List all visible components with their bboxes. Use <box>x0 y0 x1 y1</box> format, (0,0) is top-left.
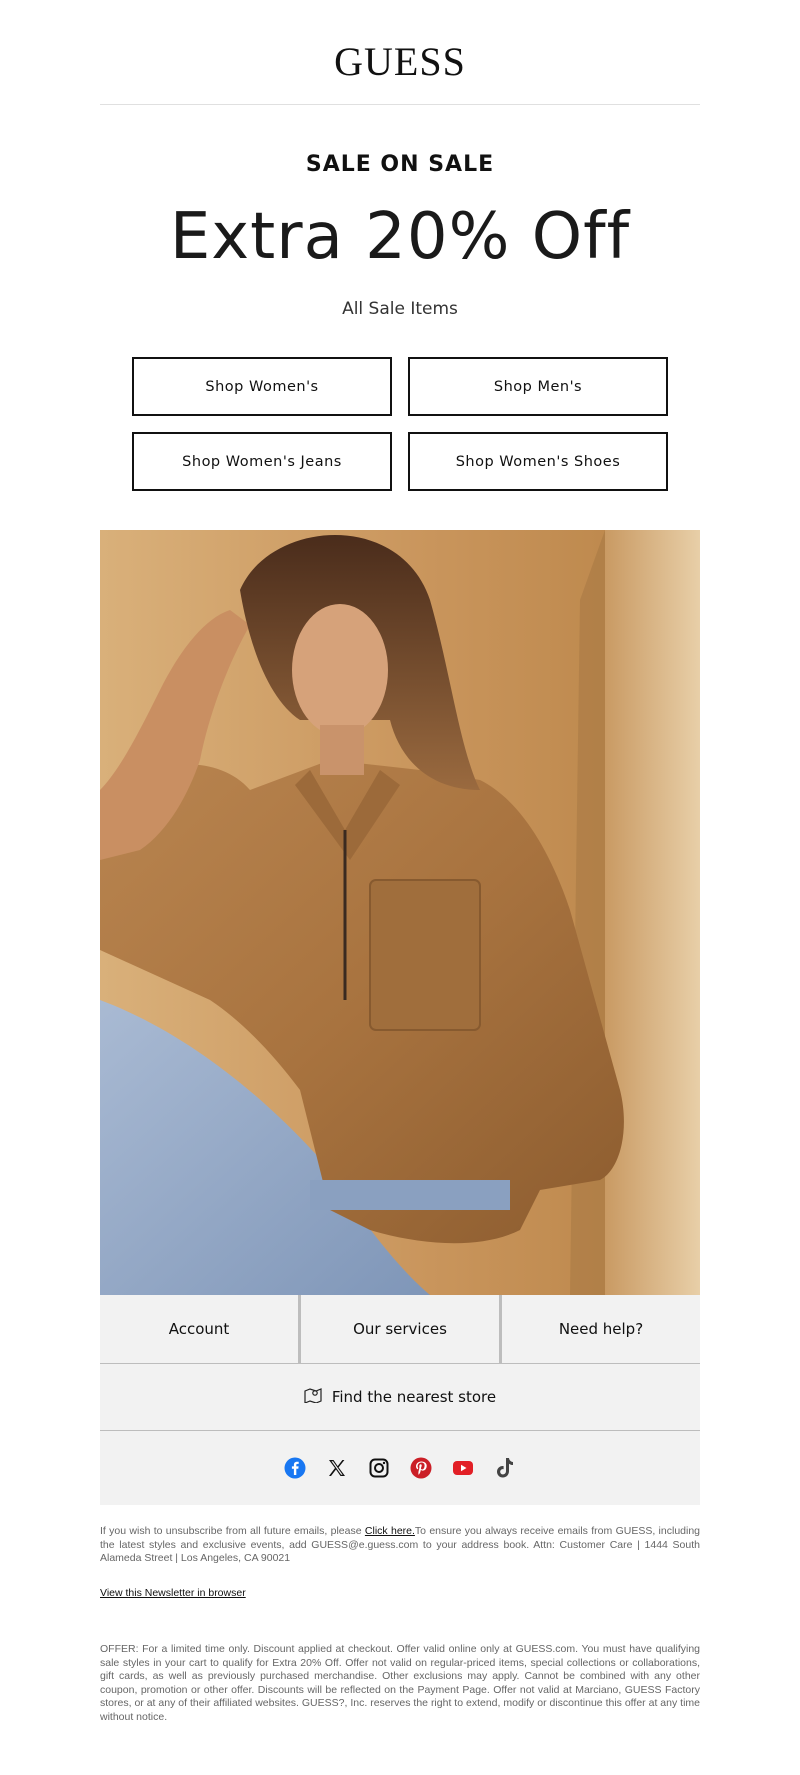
unsubscribe-link[interactable]: Click here. <box>365 1525 415 1537</box>
youtube-icon[interactable] <box>451 1456 475 1480</box>
guess-logo[interactable]: GUESS <box>100 0 700 104</box>
view-in-browser-link[interactable]: View this Newsletter in browser <box>100 1587 246 1599</box>
map-pin-icon <box>304 1387 322 1407</box>
facebook-icon[interactable] <box>283 1456 307 1480</box>
instagram-icon[interactable] <box>367 1456 391 1480</box>
x-icon[interactable] <box>325 1456 349 1480</box>
footer-links: Account Our services Need help? <box>100 1295 700 1363</box>
store-locator-link[interactable]: Find the nearest store <box>100 1363 700 1431</box>
shop-womens-jeans-button[interactable]: Shop Women's Jeans <box>132 432 392 491</box>
promo-subhead: All Sale Items <box>342 299 458 319</box>
promo-headline: Extra 20% Off <box>169 200 631 274</box>
shop-mens-button[interactable]: Shop Men's <box>408 357 668 416</box>
need-help-link[interactable]: Need help? <box>502 1295 700 1363</box>
promo-kicker: SALE ON SALE <box>305 152 495 177</box>
store-locator-label: Find the nearest store <box>331 1388 497 1406</box>
unsubscribe-pre-text: If you wish to unsubscribe from all futu… <box>100 1525 365 1537</box>
model-in-suede-jacket-photo <box>100 530 700 1295</box>
social-links <box>100 1431 700 1505</box>
unsubscribe-text: If you wish to unsubscribe from all futu… <box>100 1525 700 1566</box>
our-services-link[interactable]: Our services <box>301 1295 499 1363</box>
tiktok-icon[interactable] <box>493 1456 517 1480</box>
shop-womens-shoes-button[interactable]: Shop Women's Shoes <box>408 432 668 491</box>
pinterest-icon[interactable] <box>409 1456 433 1480</box>
shop-buttons: Shop Women's Shop Men's Shop Women's Jea… <box>100 357 700 491</box>
email-container: GUESS SALE ON SALE Extra 20% Off All Sal… <box>100 0 700 1724</box>
account-link[interactable]: Account <box>100 1295 298 1363</box>
hero-image[interactable] <box>100 530 700 1295</box>
view-in-browser-container: View this Newsletter in browser <box>100 1587 700 1601</box>
shop-womens-button[interactable]: Shop Women's <box>132 357 392 416</box>
offer-disclaimer: OFFER: For a limited time only. Discount… <box>100 1643 700 1723</box>
header-divider <box>100 104 700 105</box>
